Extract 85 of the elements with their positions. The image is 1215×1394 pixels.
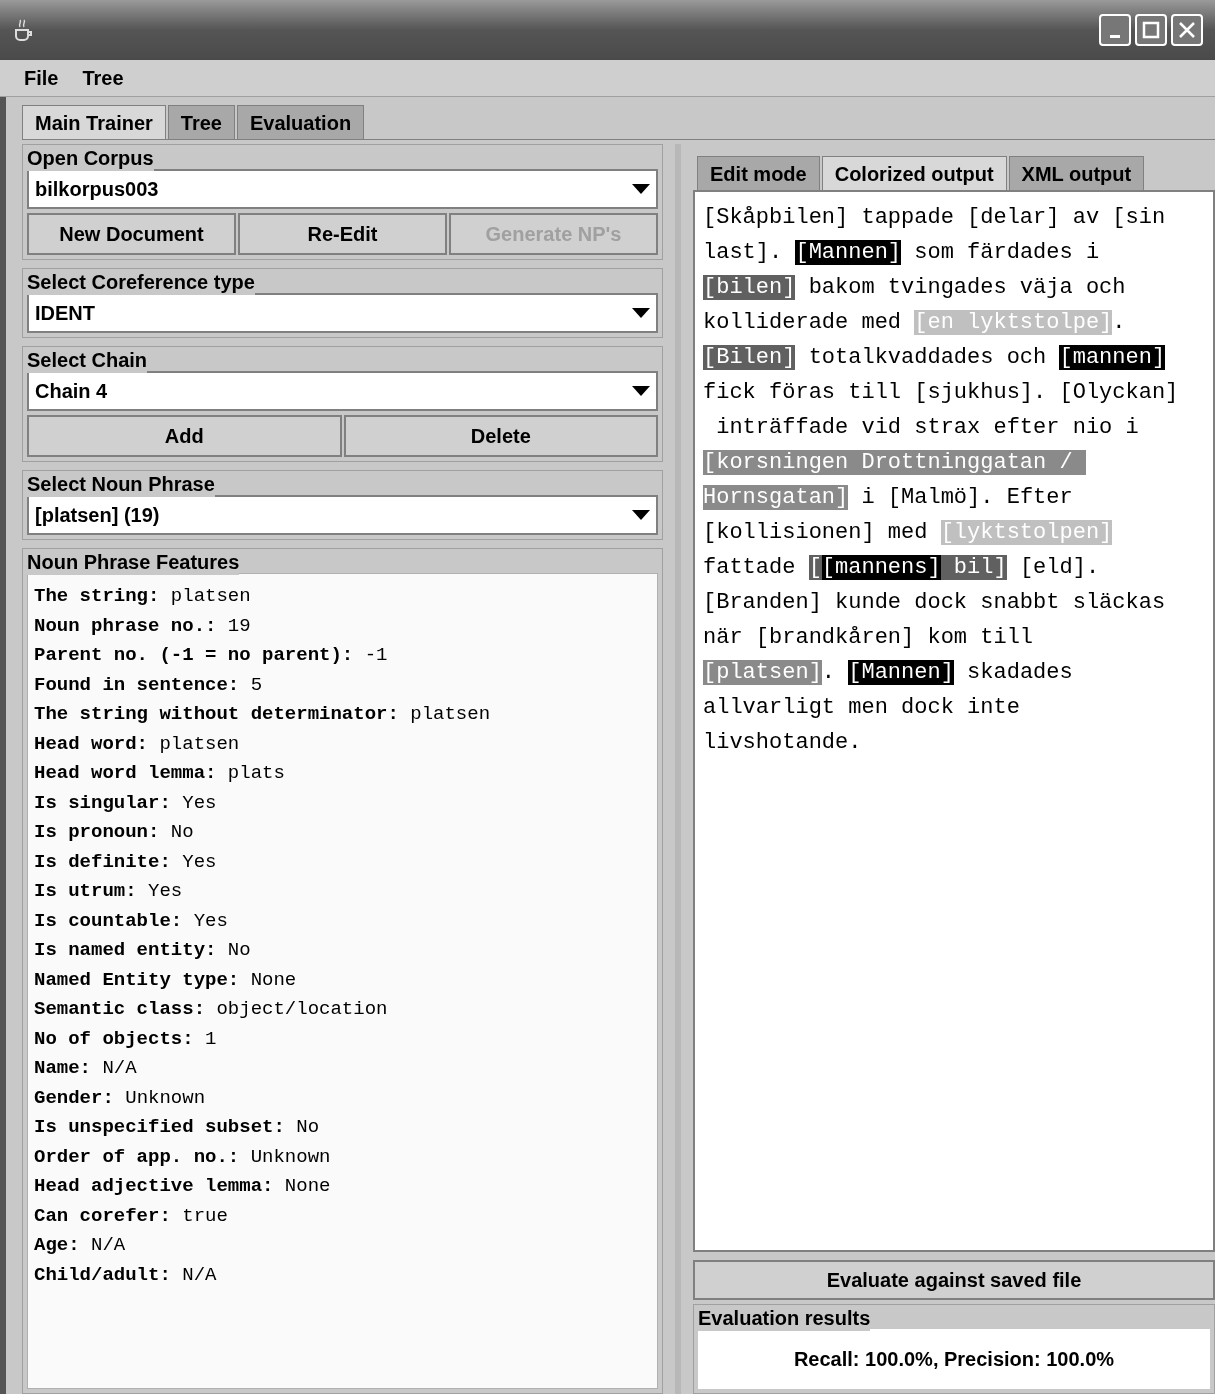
feature-line: Order of app. no.: Unknown <box>34 1144 332 1170</box>
maximize-icon <box>1142 21 1160 40</box>
dropdown[interactable]: bilkorpus003 <box>27 169 659 209</box>
minimize-button[interactable] <box>1099 14 1131 47</box>
feature-line: Semantic class: object/location <box>34 997 389 1022</box>
text-run: [Skåpbilen] tappade [delar] av [sin <box>703 205 1166 230</box>
feature-line: Is singular: Yes <box>34 790 218 816</box>
feature-line: Head word: platsen <box>34 731 241 757</box>
text-run: bakom tvingades väja och <box>807 275 1126 300</box>
text-run: när [brandkåren] kom till <box>703 625 1034 650</box>
close-icon <box>1178 21 1196 40</box>
text-run: inträffade vid strax efter nio i <box>715 415 1139 440</box>
feature-line: Is countable: Yes <box>34 908 229 934</box>
dropdown[interactable]: [platsen] (19) <box>27 495 659 535</box>
feature-line: Found in sentence: 5 <box>34 672 264 698</box>
text-run: som färdades i <box>913 240 1100 265</box>
feature-line: Is pronoun: No <box>34 820 195 845</box>
feature-line: Named Entity type: None <box>34 967 298 993</box>
text-run: allvarligt men dock inte <box>703 695 1020 720</box>
text-run: fattade <box>703 555 797 580</box>
text-run: [kollisionen] med <box>703 520 929 545</box>
dropdown-arrow-icon <box>632 308 651 318</box>
dropdown[interactable]: IDENT <box>27 293 659 333</box>
feature-line: Is unspecified subset: No <box>34 1115 321 1140</box>
menu-item[interactable]: Tree <box>82 63 124 94</box>
tab[interactable]: Edit mode <box>697 156 820 190</box>
mention-highlight: Hornsgatan] <box>703 485 849 510</box>
mention-highlight: [Bilen] <box>703 345 796 370</box>
feature-line: Is definite: Yes <box>34 849 218 875</box>
text-run: totalkvaddades och <box>807 345 1048 370</box>
mention-highlight: [mannens] <box>821 555 941 580</box>
tab[interactable]: Colorized output <box>821 156 1007 190</box>
dropdown[interactable]: Chain 4 <box>27 371 659 411</box>
push-button[interactable]: Re-Edit <box>238 213 448 255</box>
maximize-button[interactable] <box>1135 14 1167 47</box>
mention-highlight: [Mannen] <box>848 660 954 685</box>
mention-highlight: bil] <box>940 555 1007 580</box>
feature-line: Head word lemma: plats <box>34 761 286 786</box>
feature-line: Is named entity: No <box>34 938 252 963</box>
mention-highlight: [bilen] <box>703 275 796 300</box>
feature-line: Noun phrase no.: 19 <box>34 613 252 639</box>
feature-line: Is utrum: Yes <box>34 879 184 904</box>
feature-line: Can corefer: true <box>34 1203 229 1229</box>
tab[interactable]: Main Trainer <box>22 105 166 139</box>
dropdown-arrow-icon <box>632 510 651 520</box>
feature-line: Parent no. (-1 = no parent): -1 <box>34 643 389 668</box>
feature-line: Head adjective lemma: None <box>34 1174 332 1199</box>
text-run: skadades <box>966 660 1073 685</box>
tab[interactable]: Evaluation <box>236 105 365 139</box>
text-run: i [Malmö]. Efter <box>860 485 1073 510</box>
mention-highlight: [ <box>808 555 822 580</box>
text-run: fick föras till [sjukhus]. [Olyckan] <box>703 380 1179 405</box>
evaluate-button[interactable]: Evaluate against saved file <box>693 1260 1215 1300</box>
mention-highlight: [platsen] <box>703 660 822 685</box>
text-run: kolliderade med <box>703 310 903 335</box>
mention-highlight: [en lyktstolpe] <box>914 310 1113 335</box>
minimize-icon <box>1110 34 1120 38</box>
mention-highlight: [lyktstolpen] <box>940 520 1113 545</box>
mention-highlight: [Mannen] <box>795 240 902 265</box>
push-button[interactable]: Delete <box>343 415 659 457</box>
feature-line: The string without determinator: platsen <box>34 702 492 727</box>
feature-line: No of objects: 1 <box>34 1026 218 1052</box>
mention-highlight: [korsningen Drottninggatan / <box>703 450 1086 475</box>
text-run: [eld]. <box>1018 555 1100 580</box>
text-run: . <box>1112 310 1126 335</box>
text-run: [Branden] kunde dock snabbt släckas <box>703 590 1166 615</box>
text-run: last]. <box>703 240 784 265</box>
push-button[interactable]: Add <box>27 415 342 457</box>
feature-line: The string: platsen <box>34 584 252 609</box>
feature-line: Child/adult: N/A <box>34 1262 218 1288</box>
tab[interactable]: Tree <box>167 105 235 139</box>
tab[interactable]: XML output <box>1008 156 1145 190</box>
feature-line: Gender: Unknown <box>34 1085 207 1111</box>
feature-line: Age: N/A <box>34 1233 127 1258</box>
results-text: Recall: 100.0%, Precision: 100.0% <box>793 1347 1115 1372</box>
push-button[interactable]: New Document <box>27 213 236 255</box>
text-run: . <box>821 660 837 685</box>
menu-item[interactable]: File <box>24 63 59 94</box>
feature-line: Name: N/A <box>34 1056 138 1081</box>
mention-highlight: [mannen] <box>1059 345 1166 370</box>
text-run: livshotande. <box>703 730 862 755</box>
cup-icon <box>12 18 34 43</box>
dropdown-arrow-icon <box>632 386 651 396</box>
close-button[interactable] <box>1171 14 1203 47</box>
dropdown-arrow-icon <box>632 184 651 194</box>
